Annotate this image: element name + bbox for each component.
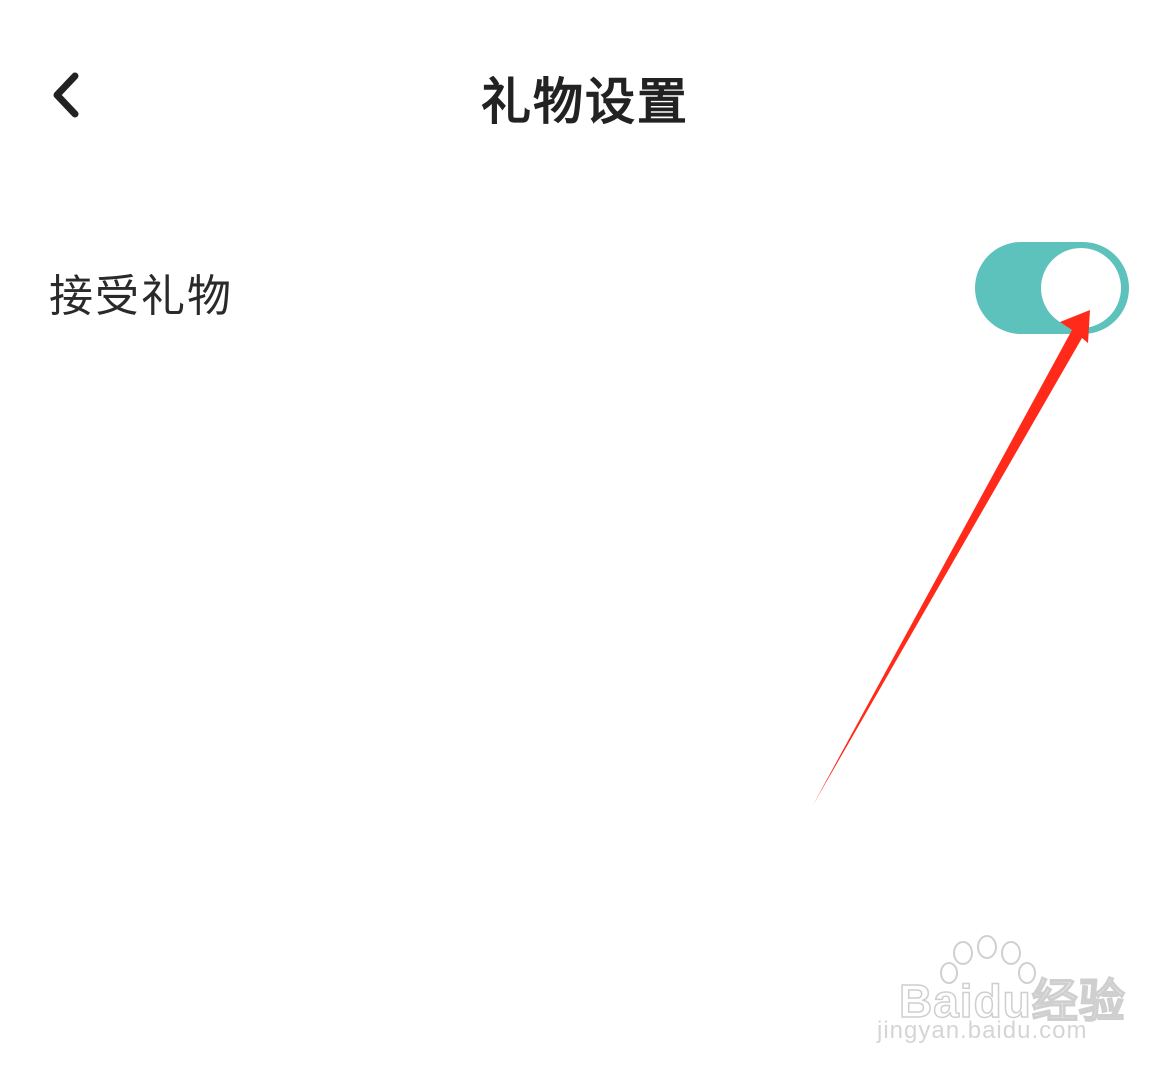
screen: 礼物设置 接受礼物 Baidu经验 jingyan.baidu.com: [0, 0, 1170, 1065]
toggle-knob: [1041, 248, 1121, 328]
baidu-watermark: Baidu经验 jingyan.baidu.com: [877, 935, 1135, 1045]
navigation-bar: 礼物设置: [0, 0, 1170, 200]
setting-label: 接受礼物: [49, 271, 233, 322]
setting-row-accept-gifts: 接受礼物: [0, 232, 1170, 342]
watermark-url: jingyan.baidu.com: [877, 1017, 1088, 1044]
accept-gifts-toggle[interactable]: [975, 242, 1129, 334]
page-title: 礼物设置: [481, 73, 689, 131]
